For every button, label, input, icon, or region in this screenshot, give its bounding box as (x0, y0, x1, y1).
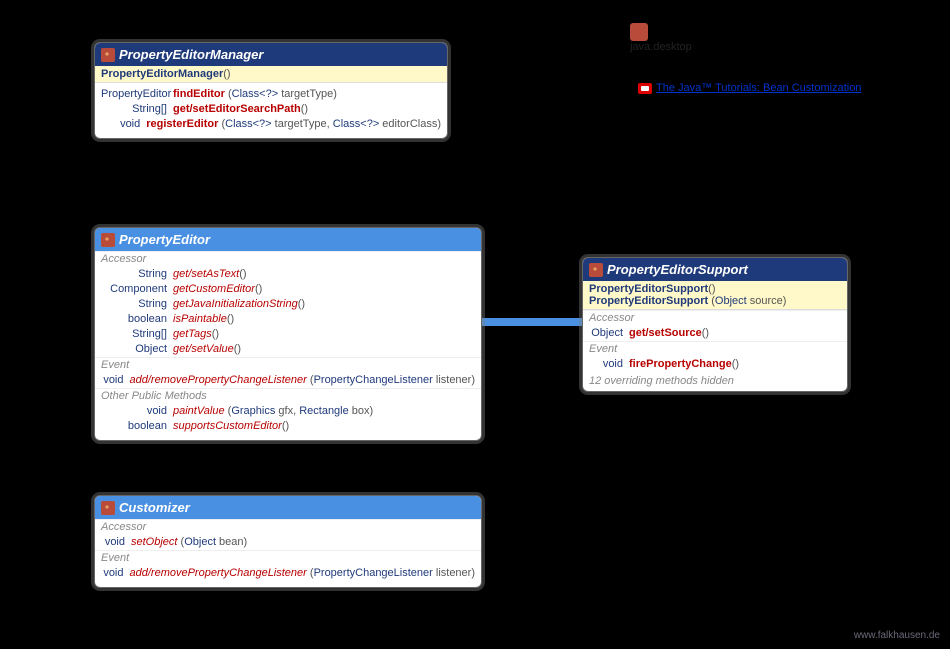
oracle-icon (638, 83, 652, 94)
connector-pe-pes (478, 318, 586, 326)
box-title: PropertyEditorSupport (607, 262, 748, 277)
package-title: java.beans (630, 20, 754, 43)
interface-icon (101, 501, 115, 515)
box-header: PropertyEditorSupport (583, 258, 847, 281)
section-event: Event (95, 357, 481, 373)
section-accessor: Accessor (583, 310, 847, 326)
footer-site: www.falkhausen.de (854, 630, 940, 641)
package-name: java.beans (652, 20, 754, 43)
box-header: PropertyEditorManager (95, 43, 447, 66)
box-title: PropertyEditorManager (119, 47, 263, 62)
box-header: Customizer (95, 496, 481, 519)
section-accessor: Accessor (95, 251, 481, 267)
bean-icon (630, 23, 648, 41)
method-row: PropertyEditor findEditor (Class<?> targ… (95, 87, 447, 102)
box-title: Customizer (119, 500, 190, 515)
method-row: void registerEditor (Class<?> targetType… (95, 117, 447, 138)
constructor: PropertyEditorSupport() PropertyEditorSu… (583, 281, 847, 310)
footer-link[interactable]: www.falkhausen.de (854, 630, 940, 641)
section-accessor: Accessor (95, 519, 481, 535)
method-row: String[] get/setEditorSearchPath () (95, 102, 447, 117)
overriding-note: 12 overriding methods hidden (583, 372, 847, 391)
interface-icon (101, 233, 115, 247)
section-event: Event (583, 341, 847, 357)
box-customizer: Customizer Accessor voidsetObject (Objec… (94, 495, 482, 588)
constructor: PropertyEditorManager() (95, 66, 447, 83)
class-icon (589, 263, 603, 277)
box-property-editor: PropertyEditor Accessor Stringget/setAsT… (94, 227, 482, 441)
tutorial-link[interactable]: The Java™ Tutorials: Bean Customization (638, 82, 861, 94)
class-icon (101, 48, 115, 62)
box-property-editor-support: PropertyEditorSupport PropertyEditorSupp… (582, 257, 848, 392)
box-title: PropertyEditor (119, 232, 210, 247)
package-header: java.beans java.desktop (630, 20, 754, 53)
tutorial-label: The Java™ Tutorials: Bean Customization (656, 82, 861, 94)
section-other: Other Public Methods (95, 388, 481, 404)
box-header: PropertyEditor (95, 228, 481, 251)
section-event: Event (95, 550, 481, 566)
box-property-editor-manager: PropertyEditorManager PropertyEditorMana… (94, 42, 448, 139)
